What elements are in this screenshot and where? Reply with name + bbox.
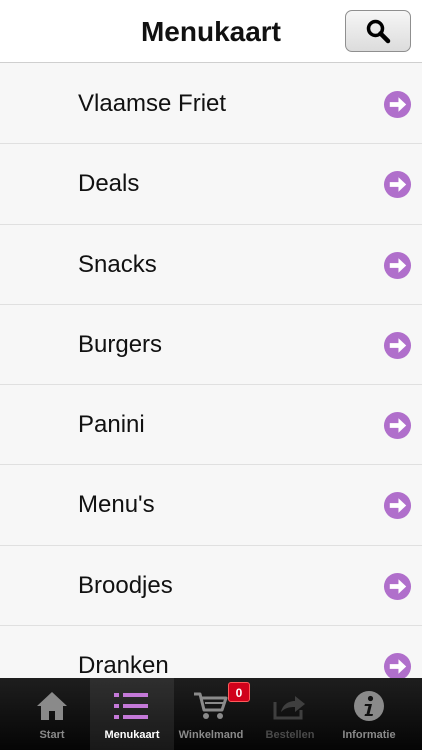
list-item-label: Menu's [78, 491, 155, 519]
arrow-right-circle-icon [383, 331, 412, 359]
list-item[interactable]: Broodjes [0, 545, 422, 627]
tab-bestellen[interactable]: Bestellen [248, 678, 332, 750]
tab-label: Informatie [342, 729, 396, 741]
arrow-right-circle-icon [383, 90, 412, 119]
list-item[interactable]: Vlaamse Friet [0, 64, 422, 145]
list-item[interactable]: Dranken [0, 626, 422, 678]
tab-label: Menukaart [104, 729, 160, 741]
cart-icon [194, 692, 228, 719]
arrow-right-circle-icon [383, 653, 412, 678]
list-item[interactable]: Snacks [0, 224, 422, 305]
navigation-bar: Menukaart [0, 0, 422, 63]
tab-informatie[interactable]: Informatie [327, 678, 411, 750]
tab-menukaart[interactable]: Menukaart [90, 678, 174, 750]
search-button[interactable] [345, 10, 411, 52]
list-item-label: Deals [78, 170, 140, 198]
arrow-right-circle-icon [383, 572, 412, 600]
list-icon [114, 693, 148, 719]
cart-count-badge: 0 [228, 682, 250, 702]
list-item-label: Vlaamse Friet [78, 90, 227, 117]
menu-category-list: Vlaamse Friet Deals Snacks Burgers Panin… [0, 64, 422, 678]
tab-bar: Start Menukaart Winkelmand 0 Bestellen I… [0, 678, 422, 750]
tab-label: Winkelmand [178, 729, 244, 741]
list-item-label: Burgers [78, 330, 163, 358]
list-item-label: Dranken [78, 652, 169, 678]
list-item-label: Panini [78, 411, 145, 439]
arrow-right-circle-icon [383, 492, 412, 520]
share-icon [273, 696, 305, 720]
search-icon [366, 19, 391, 44]
home-icon [37, 692, 67, 720]
list-item[interactable]: Menu's [0, 465, 422, 546]
list-item[interactable]: Deals [0, 144, 422, 225]
arrow-right-circle-icon [383, 412, 412, 440]
list-item-label: Snacks [78, 250, 157, 278]
arrow-right-circle-icon [383, 251, 412, 279]
list-item-label: Broodjes [78, 571, 173, 599]
tab-start[interactable]: Start [10, 678, 94, 750]
tab-label: Start [39, 729, 65, 741]
info-icon [354, 691, 384, 721]
arrow-right-circle-icon [383, 171, 412, 199]
list-item[interactable]: Panini [0, 385, 422, 466]
list-item[interactable]: Burgers [0, 304, 422, 386]
tab-label: Bestellen [265, 729, 315, 741]
